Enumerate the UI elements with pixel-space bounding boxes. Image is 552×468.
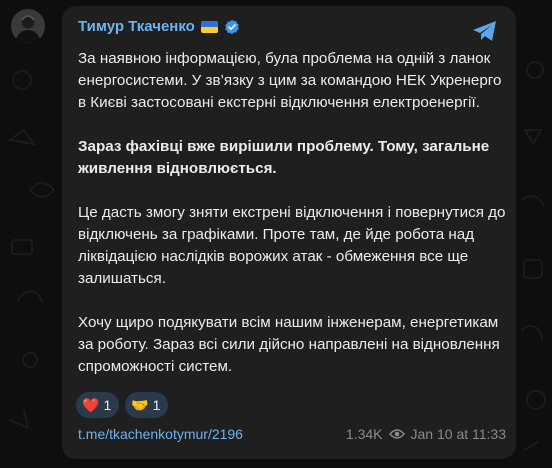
handshake-emoji-icon: 🤝 [131,397,149,413]
paragraph-1: За наявною інформацією, була проблема на… [78,50,502,111]
telegram-share-icon[interactable] [472,20,498,42]
ukraine-flag-icon [200,20,218,33]
paragraph-2: Зараз фахівці вже вирішили проблему. Том… [78,138,490,177]
paragraph-4: Хочу щиро подякувати всім нашим інженера… [78,314,500,375]
message-text: За наявною інформацією, була проблема на… [78,48,506,400]
post-date: Jan 10 at 11:33 [410,426,506,442]
reaction-count: 1 [103,397,112,413]
message-card: Тимур Ткаченко За наявною інформацією, б… [62,6,516,459]
eye-icon [388,429,405,439]
message-header: Тимур Ткаченко [78,18,240,35]
post-link[interactable]: t.me/tkachenkotymur/2196 [78,426,243,442]
reaction-count: 1 [152,397,161,413]
heart-emoji-icon: ❤️ [82,397,100,413]
avatar-photo [11,9,45,43]
reactions-bar: ❤️ 1 🤝 1 [76,392,169,418]
author-name[interactable]: Тимур Ткаченко [78,18,195,35]
avatar[interactable] [11,9,45,43]
message-footer: t.me/tkachenkotymur/2196 1.34K Jan 10 at… [78,426,506,442]
paragraph-3: Це дасть змогу зняти екстрені відключенн… [78,204,506,287]
views-count: 1.34K [345,426,383,442]
reaction-handshake[interactable]: 🤝 1 [125,392,169,418]
reaction-heart[interactable]: ❤️ 1 [76,392,120,418]
post-meta: 1.34K Jan 10 at 11:33 [346,426,506,442]
verified-badge-icon [225,19,239,34]
